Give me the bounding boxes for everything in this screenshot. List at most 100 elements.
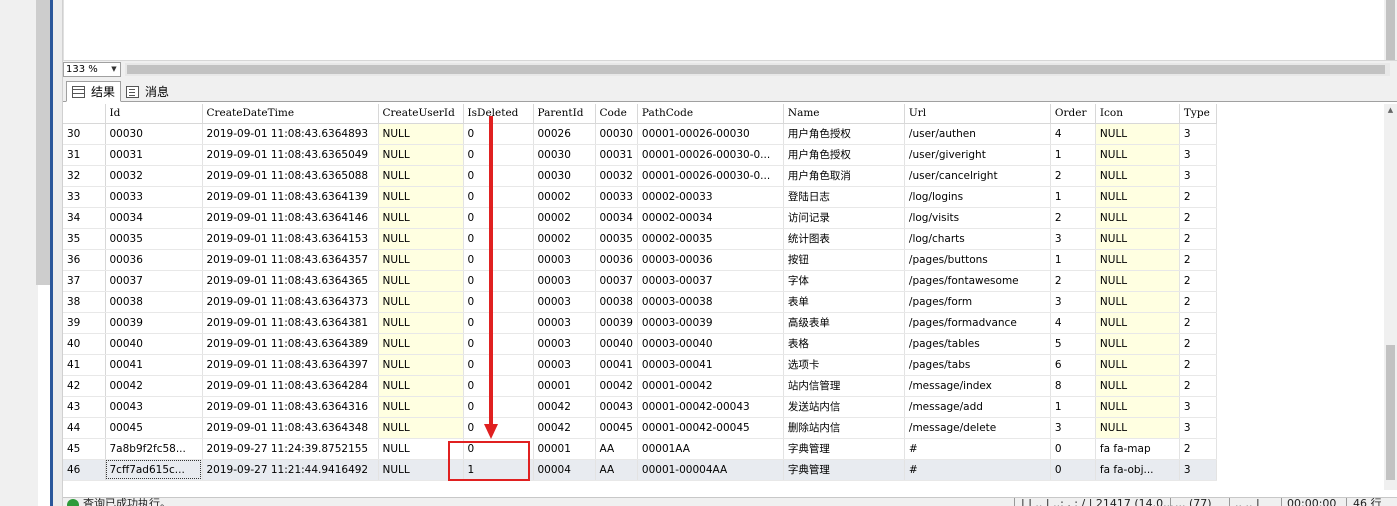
cell-name[interactable]: 字体: [783, 270, 905, 292]
table-row[interactable]: 39 00039 2019-09-01 11:08:43.6364381 NULL 0 0…: [63, 312, 1217, 334]
row-number[interactable]: 46: [63, 459, 106, 481]
cell-createuserid[interactable]: NULL: [378, 123, 464, 145]
cell-icon[interactable]: NULL: [1095, 123, 1180, 145]
cell-type[interactable]: 2: [1179, 375, 1217, 397]
cell-name[interactable]: 用户角色授权: [783, 123, 905, 145]
cell-createdatetime[interactable]: 2019-09-01 11:08:43.6364284: [202, 375, 379, 397]
cell-createuserid[interactable]: NULL: [378, 354, 464, 376]
row-number[interactable]: 44: [63, 417, 106, 439]
cell-pathcode[interactable]: 00001-00026-00030: [637, 123, 784, 145]
editor-horizontal-scrollbar[interactable]: [125, 63, 1390, 76]
cell-url[interactable]: /log/logins: [904, 186, 1051, 208]
cell-parentid[interactable]: 00030: [533, 144, 596, 166]
cell-parentid[interactable]: 00042: [533, 417, 596, 439]
cell-isdeleted[interactable]: 0: [463, 123, 534, 145]
cell-order[interactable]: 6: [1050, 354, 1096, 376]
cell-url[interactable]: /pages/tables: [904, 333, 1051, 355]
cell-code[interactable]: 00043: [595, 396, 638, 418]
table-row[interactable]: 41 00041 2019-09-01 11:08:43.6364397 NULL 0 0…: [63, 354, 1217, 376]
cell-createdatetime[interactable]: 2019-09-01 11:08:43.6364397: [202, 354, 379, 376]
cell-order[interactable]: 2: [1050, 207, 1096, 229]
query-editor[interactable]: [63, 0, 1384, 60]
cell-id[interactable]: 00033: [105, 186, 203, 208]
cell-parentid[interactable]: 00001: [533, 438, 596, 460]
cell-isdeleted[interactable]: 0: [463, 207, 534, 229]
cell-order[interactable]: 1: [1050, 249, 1096, 271]
cell-createuserid[interactable]: NULL: [378, 375, 464, 397]
row-number[interactable]: 39: [63, 312, 106, 334]
cell-isdeleted[interactable]: 0: [463, 312, 534, 334]
cell-parentid[interactable]: 00001: [533, 375, 596, 397]
cell-createuserid[interactable]: NULL: [378, 186, 464, 208]
cell-parentid[interactable]: 00030: [533, 165, 596, 187]
cell-order[interactable]: 2: [1050, 165, 1096, 187]
cell-id[interactable]: 00041: [105, 354, 203, 376]
cell-createdatetime[interactable]: 2019-09-01 11:08:43.6364893: [202, 123, 379, 145]
cell-id[interactable]: 00037: [105, 270, 203, 292]
cell-url[interactable]: /user/authen: [904, 123, 1051, 145]
table-row[interactable]: 32 00032 2019-09-01 11:08:43.6365088 NULL 0 0…: [63, 165, 1217, 187]
cell-createuserid[interactable]: NULL: [378, 249, 464, 271]
cell-createdatetime[interactable]: 2019-09-01 11:08:43.6364373: [202, 291, 379, 313]
cell-order[interactable]: 4: [1050, 123, 1096, 145]
cell-pathcode[interactable]: 00002-00033: [637, 186, 784, 208]
cell-parentid[interactable]: 00002: [533, 186, 596, 208]
cell-isdeleted[interactable]: 0: [463, 333, 534, 355]
results-grid[interactable]: Id CreateDateTime CreateUserId IsDeleted Par…: [63, 104, 1384, 490]
row-number[interactable]: 37: [63, 270, 106, 292]
scroll-up-icon[interactable]: ▲: [1386, 106, 1395, 116]
cell-parentid[interactable]: 00002: [533, 228, 596, 250]
chevron-down-icon[interactable]: ▼: [109, 63, 119, 76]
row-number[interactable]: 43: [63, 396, 106, 418]
row-number[interactable]: 31: [63, 144, 106, 166]
row-number[interactable]: 36: [63, 249, 106, 271]
cell-order[interactable]: 1: [1050, 396, 1096, 418]
cell-order[interactable]: 1: [1050, 144, 1096, 166]
cell-name[interactable]: 用户角色取消: [783, 165, 905, 187]
cell-createdatetime[interactable]: 2019-09-01 11:08:43.6364381: [202, 312, 379, 334]
cell-type[interactable]: 2: [1179, 228, 1217, 250]
cell-url[interactable]: /log/charts: [904, 228, 1051, 250]
cell-order[interactable]: 1: [1050, 186, 1096, 208]
cell-isdeleted[interactable]: 0: [463, 270, 534, 292]
table-row[interactable]: 31 00031 2019-09-01 11:08:43.6365049 NULL 0 0…: [63, 144, 1217, 166]
row-number[interactable]: 40: [63, 333, 106, 355]
cell-pathcode[interactable]: 00003-00038: [637, 291, 784, 313]
cell-code[interactable]: 00037: [595, 270, 638, 292]
cell-pathcode[interactable]: 00001-00042: [637, 375, 784, 397]
row-number-header[interactable]: [63, 104, 106, 124]
cell-createuserid[interactable]: NULL: [378, 396, 464, 418]
cell-createuserid[interactable]: NULL: [378, 165, 464, 187]
cell-id[interactable]: 00045: [105, 417, 203, 439]
cell-parentid[interactable]: 00003: [533, 354, 596, 376]
cell-type[interactable]: 2: [1179, 354, 1217, 376]
row-number[interactable]: 42: [63, 375, 106, 397]
cell-type[interactable]: 3: [1179, 123, 1217, 145]
cell-name[interactable]: 按钮: [783, 249, 905, 271]
table-row[interactable]: 45 7a8b9f2fc58... 2019-09-27 11:24:39.8752…: [63, 438, 1217, 460]
editor-scroll-thumb[interactable]: [1386, 0, 1395, 60]
table-row[interactable]: 38 00038 2019-09-01 11:08:43.6364373 NULL 0 0…: [63, 291, 1217, 313]
cell-createdatetime[interactable]: 2019-09-01 11:08:43.6365088: [202, 165, 379, 187]
cell-code[interactable]: 00036: [595, 249, 638, 271]
cell-icon[interactable]: NULL: [1095, 417, 1180, 439]
cell-icon[interactable]: NULL: [1095, 165, 1180, 187]
cell-parentid[interactable]: 00003: [533, 270, 596, 292]
cell-url[interactable]: #: [904, 438, 1051, 460]
column-header-createuserid[interactable]: CreateUserId: [378, 104, 464, 124]
cell-pathcode[interactable]: 00001-00026-00030-0...: [637, 144, 784, 166]
cell-createdatetime[interactable]: 2019-09-01 11:08:43.6364389: [202, 333, 379, 355]
cell-icon[interactable]: NULL: [1095, 186, 1180, 208]
cell-type[interactable]: 3: [1179, 396, 1217, 418]
cell-createuserid[interactable]: NULL: [378, 312, 464, 334]
cell-isdeleted[interactable]: 0: [463, 291, 534, 313]
column-header-url[interactable]: Url: [904, 104, 1051, 124]
row-number[interactable]: 33: [63, 186, 106, 208]
row-number[interactable]: 45: [63, 438, 106, 460]
cell-pathcode[interactable]: 00002-00035: [637, 228, 784, 250]
cell-url[interactable]: /pages/buttons: [904, 249, 1051, 271]
tab-results[interactable]: 结果: [66, 81, 122, 102]
cell-createdatetime[interactable]: 2019-09-01 11:08:43.6364139: [202, 186, 379, 208]
cell-url[interactable]: /message/add: [904, 396, 1051, 418]
cell-code[interactable]: 00040: [595, 333, 638, 355]
